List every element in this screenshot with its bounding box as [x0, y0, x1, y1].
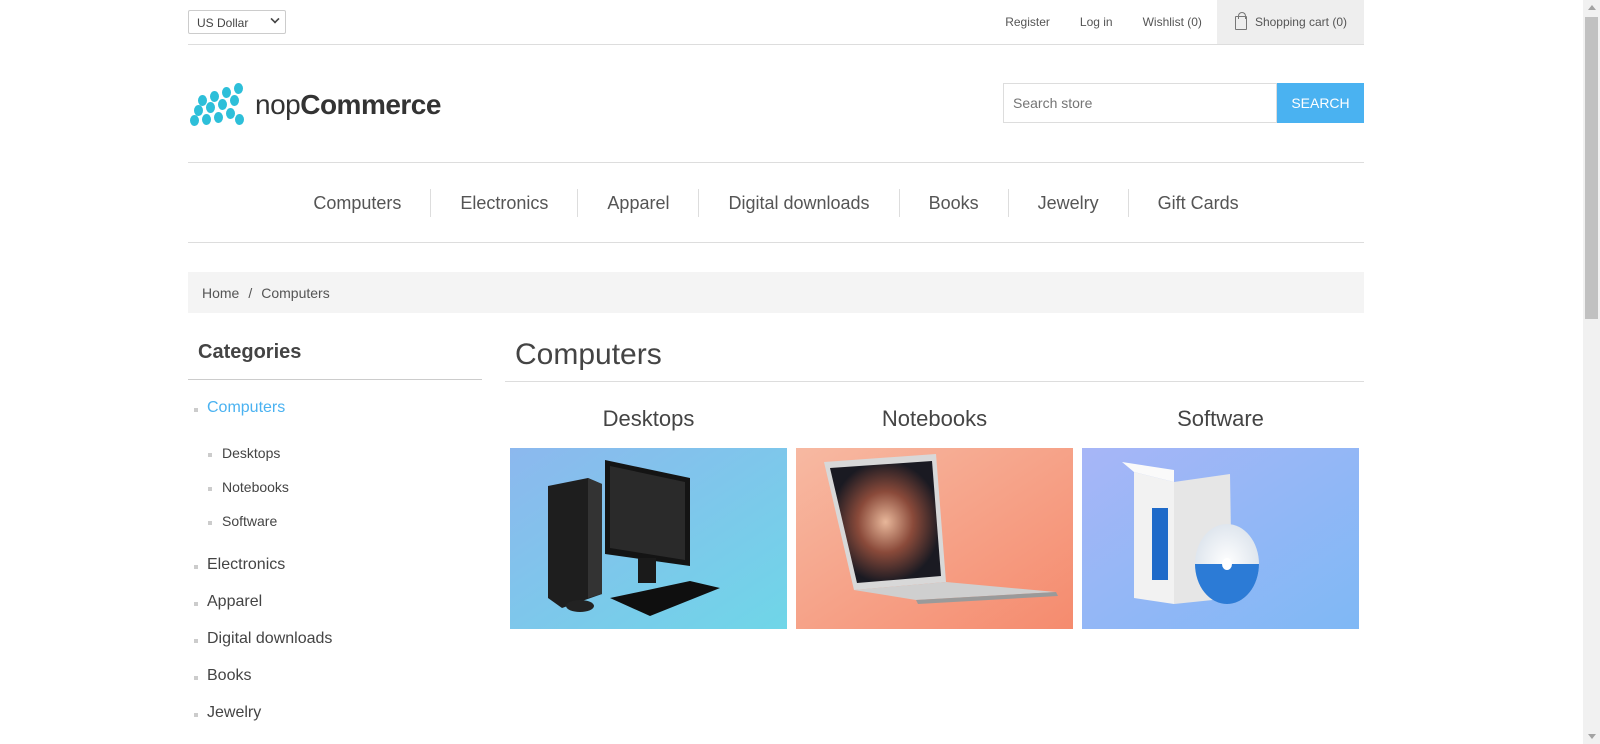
shopping-bag-icon	[1234, 12, 1247, 30]
sidebar-item-electronics[interactable]: Electronics	[188, 556, 482, 574]
page-title: Computers	[505, 338, 1364, 382]
nav-item-digital-downloads[interactable]: Digital downloads	[698, 188, 898, 217]
shopping-cart-label: Shopping cart (0)	[1254, 15, 1347, 29]
subcategory-notebooks[interactable]: Notebooks	[796, 406, 1073, 629]
scroll-up-arrow-icon[interactable]	[1588, 5, 1596, 10]
page-scrollbar[interactable]	[1583, 0, 1600, 744]
nav-item-jewelry[interactable]: Jewelry	[1007, 188, 1128, 217]
breadcrumb-separator: /	[248, 285, 253, 301]
logo-text: nopCommerce	[255, 89, 441, 121]
nav-item-books[interactable]: Books	[898, 188, 1008, 217]
scroll-down-arrow-icon[interactable]	[1588, 734, 1596, 739]
nav-item-electronics[interactable]: Electronics	[430, 188, 577, 217]
currency-select[interactable]: US Dollar	[188, 10, 286, 34]
subcategory-title[interactable]: Software	[1082, 406, 1359, 448]
sidebar-subitem-desktops[interactable]: Desktops	[188, 445, 482, 461]
software-picture[interactable]	[1082, 448, 1359, 629]
subcategory-desktops[interactable]: Desktops	[510, 406, 787, 629]
nav-item-gift-cards[interactable]: Gift Cards	[1127, 188, 1268, 217]
sidebar-item-digital-downloads[interactable]: Digital downloads	[188, 630, 482, 648]
logo-text-bold: Commerce	[300, 89, 441, 120]
login-link[interactable]: Log in	[1080, 15, 1113, 29]
desktops-picture[interactable]	[510, 448, 787, 629]
software-box-image	[1082, 448, 1359, 629]
scroll-thumb[interactable]	[1585, 17, 1598, 319]
categories-sidebar: Categories Computers Desktops Notebooks …	[188, 341, 482, 722]
register-link[interactable]: Register	[1005, 15, 1050, 29]
currency-value: US Dollar	[197, 16, 249, 30]
chevron-down-icon	[270, 14, 280, 24]
breadcrumb-home-link[interactable]: Home	[202, 285, 239, 301]
breadcrumb-current: Computers	[261, 285, 330, 301]
nopcommerce-logo[interactable]: nopCommerce	[190, 83, 441, 127]
subcategory-software[interactable]: Software	[1082, 406, 1359, 629]
wishlist-link[interactable]: Wishlist (0)	[1143, 15, 1202, 29]
search-input[interactable]	[1003, 83, 1277, 123]
notebook-laptop-image	[796, 448, 1073, 629]
header-lower: nopCommerce Search	[188, 45, 1364, 163]
sidebar-item-books[interactable]: Books	[188, 667, 482, 685]
subcategory-grid: Desktops Notebooks Software	[505, 406, 1364, 629]
search-button[interactable]: Search	[1277, 83, 1364, 123]
sidebar-item-computers[interactable]: Computers	[188, 399, 482, 417]
sidebar-item-apparel[interactable]: Apparel	[188, 593, 482, 611]
logo-dots-icon	[190, 83, 246, 127]
sidebar-subitem-software[interactable]: Software	[188, 513, 482, 529]
search-box: Search	[1003, 83, 1364, 123]
header-top-bar: US Dollar Register Log in Wishlist (0) S…	[188, 0, 1364, 45]
desktop-computer-image	[510, 448, 787, 629]
sidebar-title: Categories	[188, 341, 482, 380]
header-links: Register Log in Wishlist (0) Shopping ca…	[990, 0, 1364, 44]
nav-item-apparel[interactable]: Apparel	[577, 188, 698, 217]
subcategory-title[interactable]: Desktops	[510, 406, 787, 448]
logo-text-light: nop	[255, 89, 301, 120]
top-menu: Computers Electronics Apparel Digital do…	[188, 163, 1364, 243]
shopping-cart-link[interactable]: Shopping cart (0)	[1216, 0, 1364, 44]
page-container: US Dollar Register Log in Wishlist (0) S…	[188, 0, 1364, 721]
breadcrumb: Home / Computers	[188, 272, 1364, 313]
category-list: Computers Desktops Notebooks Software El…	[188, 399, 482, 722]
sidebar-item-jewelry[interactable]: Jewelry	[188, 704, 482, 722]
sidebar-subitem-notebooks[interactable]: Notebooks	[188, 479, 482, 495]
nav-item-computers[interactable]: Computers	[284, 189, 430, 217]
notebooks-picture[interactable]	[796, 448, 1073, 629]
subcategory-title[interactable]: Notebooks	[796, 406, 1073, 448]
main-content: Computers Desktops Notebooks Software	[505, 338, 1364, 629]
